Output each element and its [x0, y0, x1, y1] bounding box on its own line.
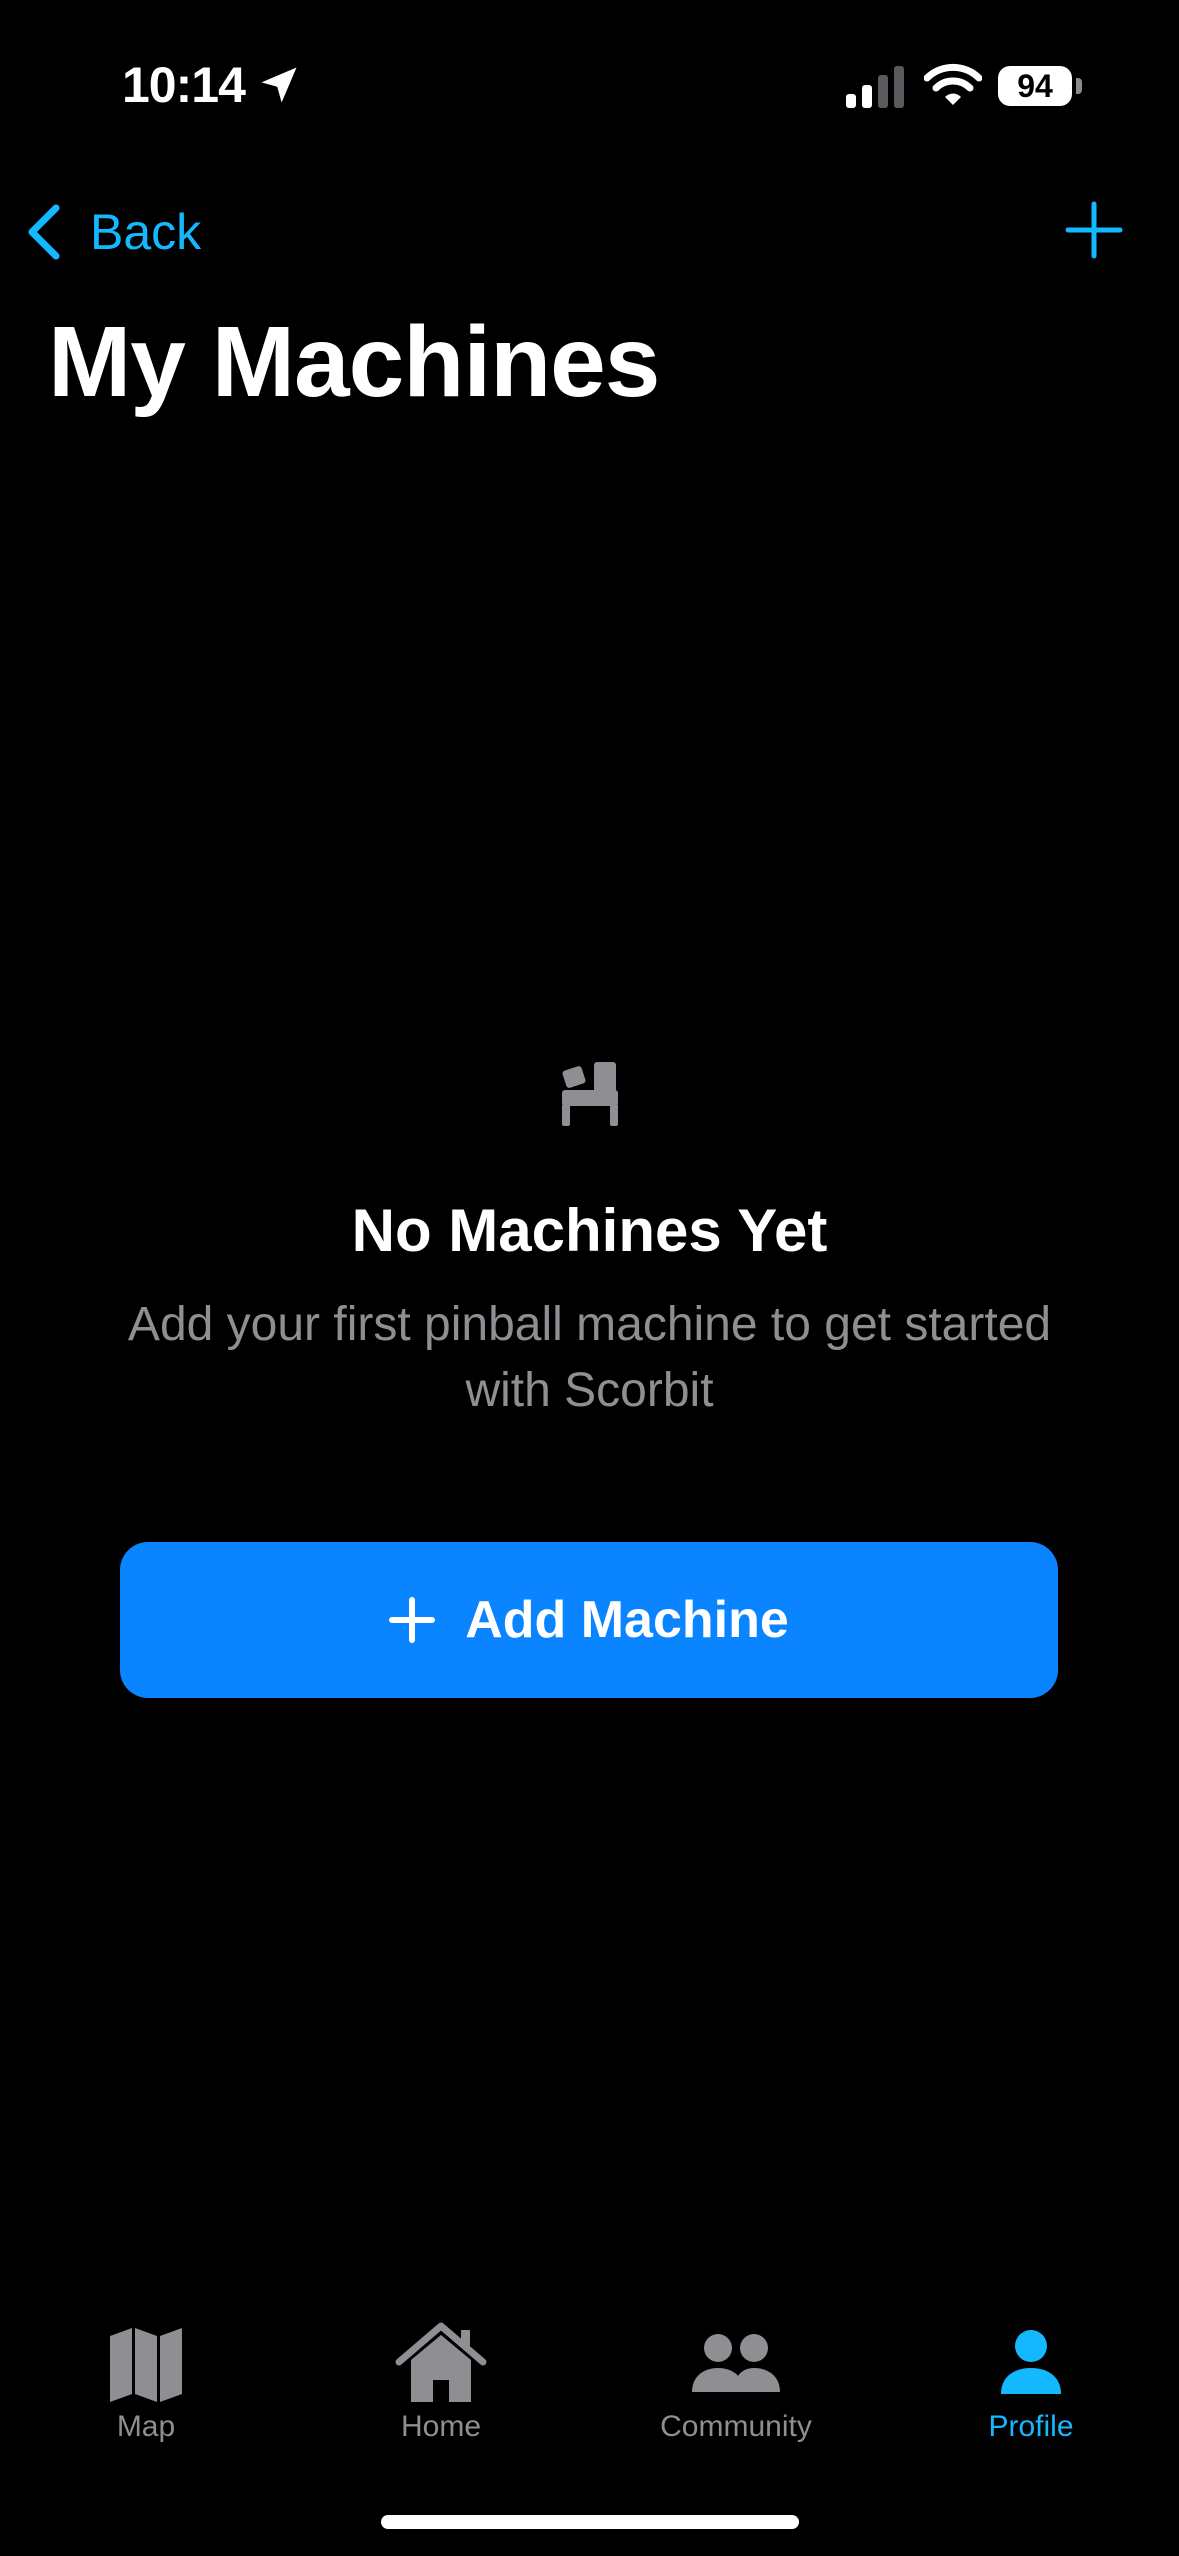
- home-indicator[interactable]: [381, 2515, 799, 2529]
- people-icon: [692, 2334, 780, 2392]
- add-machine-button[interactable]: Add Machine: [120, 1542, 1058, 1698]
- person-icon: [1001, 2330, 1061, 2394]
- battery-level: 94: [1017, 68, 1053, 104]
- pinball-machine-icon: [562, 1062, 618, 1126]
- back-label: Back: [90, 204, 202, 260]
- wifi-icon: [924, 63, 982, 105]
- tab-label: Home: [400, 2410, 482, 2443]
- tab-bar: Map Home Community Profile: [0, 2300, 1179, 2460]
- page-title: My Machines: [48, 306, 660, 418]
- cellular-signal-icon: [846, 66, 904, 108]
- tab-profile[interactable]: Profile: [931, 2300, 1131, 2460]
- tab-label: Profile: [988, 2410, 1074, 2443]
- tab-label: Community: [660, 2410, 812, 2443]
- status-time: 10:14: [122, 57, 246, 113]
- add-icon[interactable]: [1064, 200, 1124, 260]
- empty-state-title: No Machines Yet: [351, 1197, 828, 1264]
- chevron-left-icon: [28, 204, 60, 260]
- battery-icon: 94: [998, 66, 1072, 106]
- back-button[interactable]: Back: [24, 192, 201, 272]
- tab-label: Map: [116, 2410, 176, 2443]
- tab-map[interactable]: Map: [46, 2300, 246, 2460]
- location-arrow-icon: [261, 67, 297, 103]
- tab-community[interactable]: Community: [636, 2300, 836, 2460]
- battery-tip: [1076, 78, 1082, 94]
- status-bar: 10:14 94: [0, 0, 1179, 170]
- plus-icon: [389, 1597, 436, 1643]
- tab-home[interactable]: Home: [341, 2300, 541, 2460]
- house-icon: [395, 2322, 487, 2402]
- add-machine-label: Add Machine: [465, 1591, 789, 1649]
- map-icon: [110, 2328, 182, 2402]
- empty-state-description: Add your first pinball machine to get st…: [127, 1298, 1052, 1417]
